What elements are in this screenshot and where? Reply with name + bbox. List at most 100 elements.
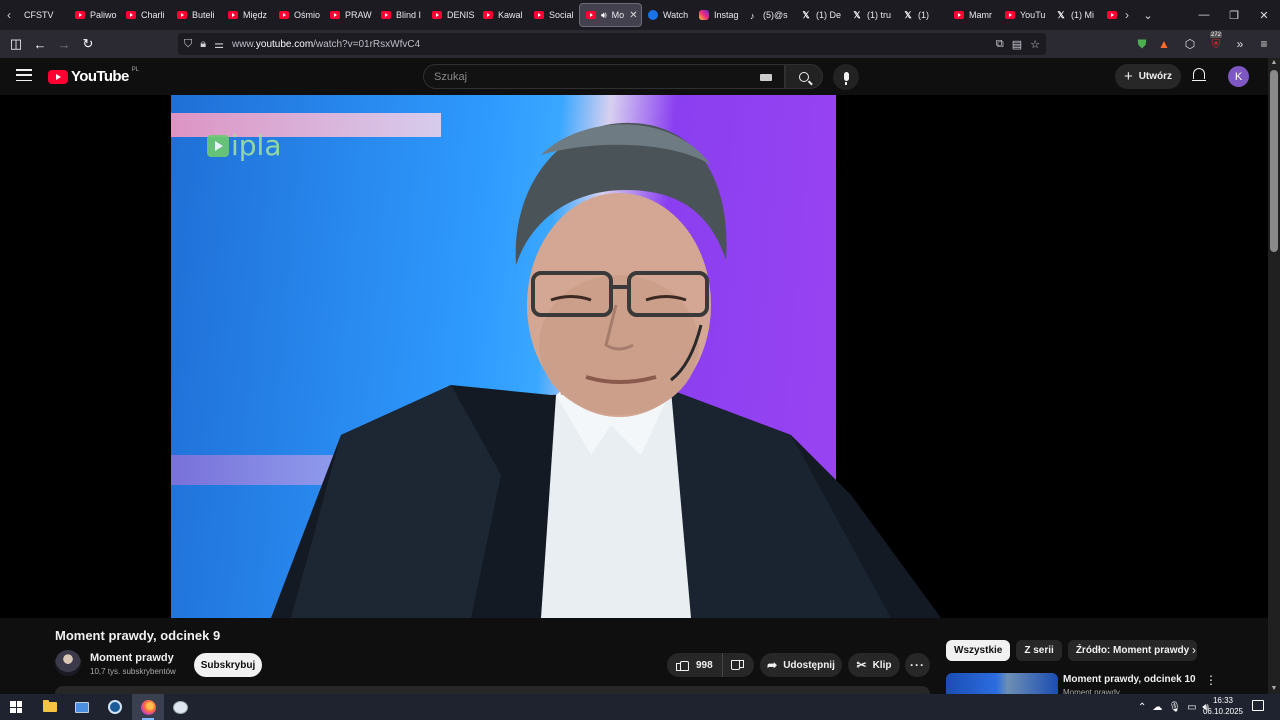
filter-chip[interactable]: Źródło: Moment prawdy xyxy=(1067,640,1198,661)
x-icon: 𝕏 xyxy=(802,9,810,20)
channel-avatar[interactable] xyxy=(55,650,81,676)
tabs-scroll-left-icon[interactable]: ‹ xyxy=(0,0,18,30)
tray-mic-icon[interactable]: 🎙︎ xyxy=(1168,702,1181,713)
tab-label: Paliwo xyxy=(90,10,117,20)
subscribe-button[interactable]: Subskrybuj xyxy=(194,653,262,677)
back-icon[interactable]: ← xyxy=(28,32,52,56)
firefox-icon[interactable] xyxy=(132,694,164,720)
notification-center-icon[interactable] xyxy=(1252,700,1264,711)
browser-tab[interactable]: 𝕏 (1) De xyxy=(795,3,846,27)
more-actions-button[interactable]: ··· xyxy=(905,653,930,677)
browser-tab[interactable]: Ośmio xyxy=(273,3,324,27)
scroll-down-icon[interactable]: ▼ xyxy=(1270,685,1278,692)
filter-chip[interactable]: Z serii xyxy=(1016,640,1062,661)
forward-icon[interactable]: → xyxy=(52,32,76,56)
reload-icon[interactable]: ↻ xyxy=(76,32,100,56)
browser-tab[interactable]: 🔊︎ Mo ✕ xyxy=(579,3,642,27)
description-box[interactable] xyxy=(55,686,930,694)
overflow-chevrons-icon[interactable]: » xyxy=(1228,30,1252,58)
app-menu-icon[interactable]: ≡ xyxy=(1252,30,1276,58)
voice-search-button[interactable] xyxy=(833,64,859,90)
channel-name[interactable]: Moment prawdy xyxy=(90,652,174,664)
notifications-bell-icon[interactable] xyxy=(1192,68,1206,84)
bookmark-star-icon[interactable]: ☆ xyxy=(1030,38,1040,51)
close-tab-icon[interactable]: ✕ xyxy=(629,10,637,21)
page-scrollbar[interactable]: ▲ ▼ xyxy=(1268,58,1280,694)
sidebar-toggle-icon[interactable]: ◫ xyxy=(4,32,28,56)
video-player[interactable]: ipla xyxy=(0,95,1268,618)
browser-tab[interactable]: Instag xyxy=(693,3,744,27)
browser-tab[interactable]: DENIS xyxy=(426,3,477,27)
clip-label: Klip xyxy=(872,659,892,671)
guide-menu-icon[interactable] xyxy=(16,69,32,81)
browser-tab[interactable]: Blind I xyxy=(375,3,426,27)
file-explorer-icon[interactable] xyxy=(34,694,66,720)
browser-tab[interactable]: Watch xyxy=(642,3,693,27)
filter-chip[interactable]: Wszystkie xyxy=(946,640,1011,661)
browser-tab[interactable]: PRAW xyxy=(324,3,375,27)
reader-view-icon[interactable]: ▤ xyxy=(1012,38,1022,51)
youtube-logo[interactable]: YouTube PL xyxy=(48,67,139,85)
browser-tab[interactable]: Charli xyxy=(120,3,171,27)
vpn-extension-icon[interactable]: ⛊ xyxy=(1130,30,1154,58)
browser-tab[interactable]: 𝕏 (1) Mi xyxy=(1050,3,1101,27)
tab-list-menu-icon[interactable]: ⌄ xyxy=(1130,0,1166,30)
browser-tab[interactable]: ♪ (5)@s xyxy=(744,3,795,27)
youtube-icon xyxy=(432,11,442,19)
ublock-extension-icon[interactable]: ⛨ 272 xyxy=(1204,30,1228,58)
close-window-icon[interactable]: ✕ xyxy=(1246,0,1280,30)
tray-expand-icon[interactable]: ⌃ xyxy=(1138,702,1146,713)
browser-tab[interactable]: Diag xyxy=(1101,3,1118,27)
this-pc-icon[interactable] xyxy=(66,694,98,720)
browser-tab[interactable]: Mamr xyxy=(948,3,999,27)
start-button[interactable] xyxy=(0,694,32,720)
browser-tab[interactable]: YouTu xyxy=(999,3,1050,27)
browser-tab[interactable]: Międz xyxy=(222,3,273,27)
search-button[interactable] xyxy=(785,64,823,89)
taskbar-clock[interactable]: 16:33 06.10.2025 xyxy=(1202,695,1244,717)
browser-tab[interactable]: Social xyxy=(528,3,579,27)
network-icon[interactable]: ▭ xyxy=(1187,702,1196,713)
steam-icon[interactable] xyxy=(99,694,131,720)
tracking-shield-icon[interactable]: ⛉ xyxy=(184,38,192,51)
keyboard-icon[interactable] xyxy=(760,74,772,81)
url-text[interactable]: www.youtube.com/watch?v=01rRsxWfvC4 xyxy=(232,39,420,50)
tab-label: Charli xyxy=(141,10,165,20)
x-icon: 𝕏 xyxy=(904,9,912,20)
create-button[interactable]: + Utwórz xyxy=(1115,64,1181,89)
extensions-puzzle-icon[interactable]: ⬡ xyxy=(1178,30,1202,58)
like-dislike-group: 998 xyxy=(667,653,754,677)
browser-tab[interactable]: 𝕏 (1) xyxy=(897,3,948,27)
search-input[interactable]: Szukaj xyxy=(423,64,785,89)
x-icon: 𝕏 xyxy=(853,9,861,20)
picture-in-picture-icon[interactable]: ⧉ xyxy=(996,38,1004,51)
recommendation-title[interactable]: Moment prawdy, odcinek 10 xyxy=(1063,674,1196,685)
chips-next-icon[interactable]: › xyxy=(1192,643,1196,657)
video-frame[interactable]: ipla xyxy=(171,95,941,618)
recommendation-menu-icon[interactable]: ⋮ xyxy=(1205,673,1217,687)
browser-tab[interactable]: Buteli xyxy=(171,3,222,27)
browser-tab[interactable]: Kawal xyxy=(477,3,528,27)
like-button[interactable]: 998 xyxy=(667,653,723,677)
onedrive-icon[interactable]: ☁ xyxy=(1152,702,1162,713)
tab-label: Ośmio xyxy=(294,10,321,20)
scroll-up-icon[interactable]: ▲ xyxy=(1270,59,1278,66)
tab-label: Instag xyxy=(714,10,739,20)
clip-button[interactable]: ✂ Klip xyxy=(848,653,900,677)
browser-tab[interactable]: CFSTV xyxy=(18,3,69,27)
fox-extension-icon[interactable]: ▲ xyxy=(1152,30,1176,58)
tab-label: Mo xyxy=(611,10,625,20)
url-bar[interactable]: ⛉ 🔒︎ ⚌ www.youtube.com/watch?v=01rRsxWfv… xyxy=(178,33,1046,55)
scrollbar-thumb[interactable] xyxy=(1270,70,1278,252)
browser-tab[interactable]: 𝕏 (1) tru xyxy=(846,3,897,27)
share-button[interactable]: ➦ Udostępnij xyxy=(760,653,842,677)
permissions-icon[interactable]: ⚌ xyxy=(214,38,224,51)
account-avatar[interactable]: K xyxy=(1228,66,1249,87)
dislike-button[interactable] xyxy=(723,653,754,677)
tab-label: (5)@s xyxy=(763,10,788,20)
recommendation-thumbnail[interactable] xyxy=(946,673,1058,694)
browser-tab[interactable]: Paliwo xyxy=(69,3,120,27)
lock-icon[interactable]: 🔒︎ xyxy=(200,38,206,51)
app-icon[interactable] xyxy=(164,694,196,720)
audio-playing-icon[interactable]: 🔊︎ xyxy=(601,10,607,21)
